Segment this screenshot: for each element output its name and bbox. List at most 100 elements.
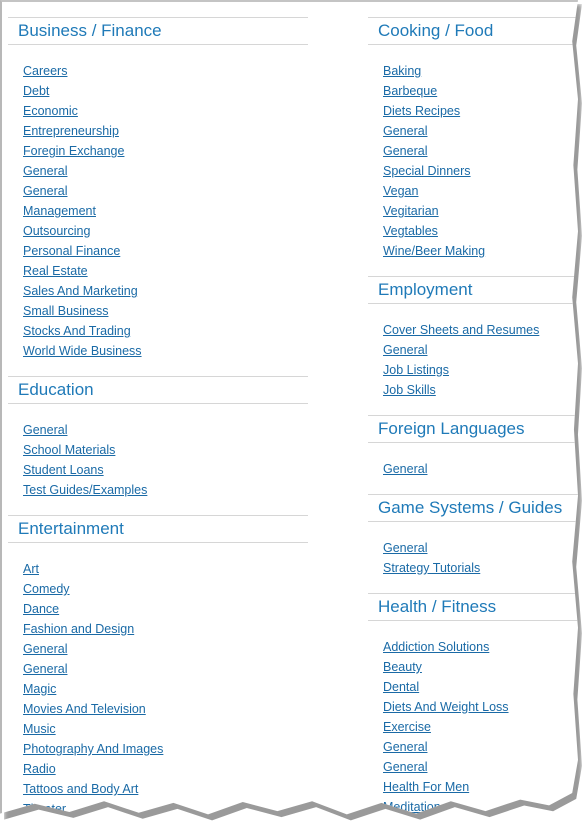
list-item: General — [23, 659, 308, 679]
category-link-special-dinners[interactable]: Special Dinners — [383, 164, 471, 178]
category-link-art[interactable]: Art — [23, 562, 39, 576]
category-link-job-listings[interactable]: Job Listings — [383, 363, 449, 377]
category-link-outsourcing[interactable]: Outsourcing — [23, 224, 90, 238]
list-item: General — [23, 639, 308, 659]
category-link-magic[interactable]: Magic — [23, 682, 56, 696]
category-link-economic[interactable]: Economic — [23, 104, 78, 118]
category-section-foreign-languages: Foreign Languages General — [368, 415, 578, 479]
category-link-debt[interactable]: Debt — [23, 84, 49, 98]
list-item: Music — [23, 719, 308, 739]
category-link-comedy[interactable]: Comedy — [23, 582, 70, 596]
list-item: Foregin Exchange — [23, 141, 308, 161]
category-link-baking[interactable]: Baking — [383, 64, 421, 78]
list-item: General — [383, 141, 578, 161]
category-link-job-skills[interactable]: Job Skills — [383, 383, 436, 397]
list-item: Small Business — [23, 301, 308, 321]
category-link-mental-health[interactable]: Mental Health — [383, 820, 460, 826]
category-link-vegitarian[interactable]: Vegitarian — [383, 204, 439, 218]
category-link-tattoos-and-body-art[interactable]: Tattoos and Body Art — [23, 782, 138, 796]
category-link-general[interactable]: General — [23, 184, 67, 198]
category-link-world-wide-business[interactable]: World Wide Business — [23, 344, 142, 358]
category-link-diets-and-weight-loss[interactable]: Diets And Weight Loss — [383, 700, 509, 714]
category-link-diets-recipes[interactable]: Diets Recipes — [383, 104, 460, 118]
category-page: Business / Finance Careers Debt Economic Ent… — [0, 0, 578, 826]
category-link-sales-and-marketing[interactable]: Sales And Marketing — [23, 284, 138, 298]
category-link-vegtables[interactable]: Vegtables — [383, 224, 438, 238]
category-link-wine-beer-making[interactable]: Wine/Beer Making — [383, 244, 485, 258]
list-item: Management — [23, 201, 308, 221]
category-link-general[interactable]: General — [383, 462, 427, 476]
list-item: Barbeque — [383, 81, 578, 101]
category-link-small-business[interactable]: Small Business — [23, 304, 108, 318]
category-link-school-materials[interactable]: School Materials — [23, 443, 115, 457]
list-item: Debt — [23, 81, 308, 101]
category-link-general[interactable]: General — [23, 423, 67, 437]
left-column: Business / Finance Careers Debt Economic Ent… — [8, 17, 308, 814]
list-item: General — [383, 538, 578, 558]
list-item: Vegtables — [383, 221, 578, 241]
list-item: Vegitarian — [383, 201, 578, 221]
category-link-general[interactable]: General — [383, 124, 427, 138]
link-list: Art Comedy Dance Fashion and Design General G… — [8, 543, 308, 814]
list-item: Sales And Marketing — [23, 281, 308, 301]
category-link-general[interactable]: General — [383, 343, 427, 357]
category-link-cover-sheets-and-resumes[interactable]: Cover Sheets and Resumes — [383, 323, 539, 337]
list-item: General — [383, 757, 578, 777]
category-link-photography-and-images[interactable]: Photography And Images — [23, 742, 163, 756]
list-item: Real Estate — [23, 261, 308, 281]
category-link-student-loans[interactable]: Student Loans — [23, 463, 104, 477]
section-heading: Foreign Languages — [368, 415, 578, 443]
list-item: General — [383, 121, 578, 141]
list-item: Magic — [23, 679, 308, 699]
list-item: School Materials — [23, 440, 308, 460]
list-item: Personal Finance — [23, 241, 308, 261]
category-section-business-finance: Business / Finance Careers Debt Economic Ent… — [8, 17, 308, 361]
category-link-fashion-and-design[interactable]: Fashion and Design — [23, 622, 134, 636]
list-item: Health For Men — [383, 777, 578, 797]
category-link-addiction-solutions[interactable]: Addiction Solutions — [383, 640, 489, 654]
section-heading: Employment — [368, 276, 578, 304]
category-link-personal-finance[interactable]: Personal Finance — [23, 244, 120, 258]
category-link-real-estate[interactable]: Real Estate — [23, 264, 88, 278]
list-item: Art — [23, 559, 308, 579]
category-link-general[interactable]: General — [383, 144, 427, 158]
category-link-stocks-and-trading[interactable]: Stocks And Trading — [23, 324, 131, 338]
category-link-foregin-exchange[interactable]: Foregin Exchange — [23, 144, 124, 158]
list-item: General — [23, 420, 308, 440]
category-section-cooking-food: Cooking / Food Baking Barbeque Diets Recipe… — [368, 17, 578, 261]
list-item: Addiction Solutions — [383, 637, 578, 657]
list-item: General — [383, 340, 578, 360]
category-link-vegan[interactable]: Vegan — [383, 184, 418, 198]
category-link-dental[interactable]: Dental — [383, 680, 419, 694]
category-link-movies-and-television[interactable]: Movies And Television — [23, 702, 146, 716]
section-heading: Game Systems / Guides — [368, 494, 578, 522]
category-link-barbeque[interactable]: Barbeque — [383, 84, 437, 98]
category-link-general[interactable]: General — [383, 740, 427, 754]
category-link-strategy-tutorials[interactable]: Strategy Tutorials — [383, 561, 480, 575]
list-item: General — [23, 161, 308, 181]
category-link-general[interactable]: General — [23, 642, 67, 656]
section-heading: Cooking / Food — [368, 17, 578, 45]
list-item: Test Guides/Examples — [23, 480, 308, 500]
category-link-general[interactable]: General — [23, 662, 67, 676]
list-item: Careers — [23, 61, 308, 81]
category-link-test-guides-examples[interactable]: Test Guides/Examples — [23, 483, 147, 497]
category-link-dance[interactable]: Dance — [23, 602, 59, 616]
list-item: Wine/Beer Making — [383, 241, 578, 261]
category-link-entrepreneurship[interactable]: Entrepreneurship — [23, 124, 119, 138]
list-item: Cover Sheets and Resumes — [383, 320, 578, 340]
list-item: Diets Recipes — [383, 101, 578, 121]
category-link-exercise[interactable]: Exercise — [383, 720, 431, 734]
section-heading: Education — [8, 376, 308, 404]
link-list: Addiction Solutions Beauty Dental Diets And… — [368, 621, 578, 826]
category-link-general[interactable]: General — [23, 164, 67, 178]
category-link-radio[interactable]: Radio — [23, 762, 56, 776]
category-link-music[interactable]: Music — [23, 722, 56, 736]
category-link-beauty[interactable]: Beauty — [383, 660, 422, 674]
category-link-careers[interactable]: Careers — [23, 64, 67, 78]
category-link-general[interactable]: General — [383, 541, 427, 555]
category-link-health-for-men[interactable]: Health For Men — [383, 780, 469, 794]
category-link-management[interactable]: Management — [23, 204, 96, 218]
list-item: Fashion and Design — [23, 619, 308, 639]
category-link-general[interactable]: General — [383, 760, 427, 774]
